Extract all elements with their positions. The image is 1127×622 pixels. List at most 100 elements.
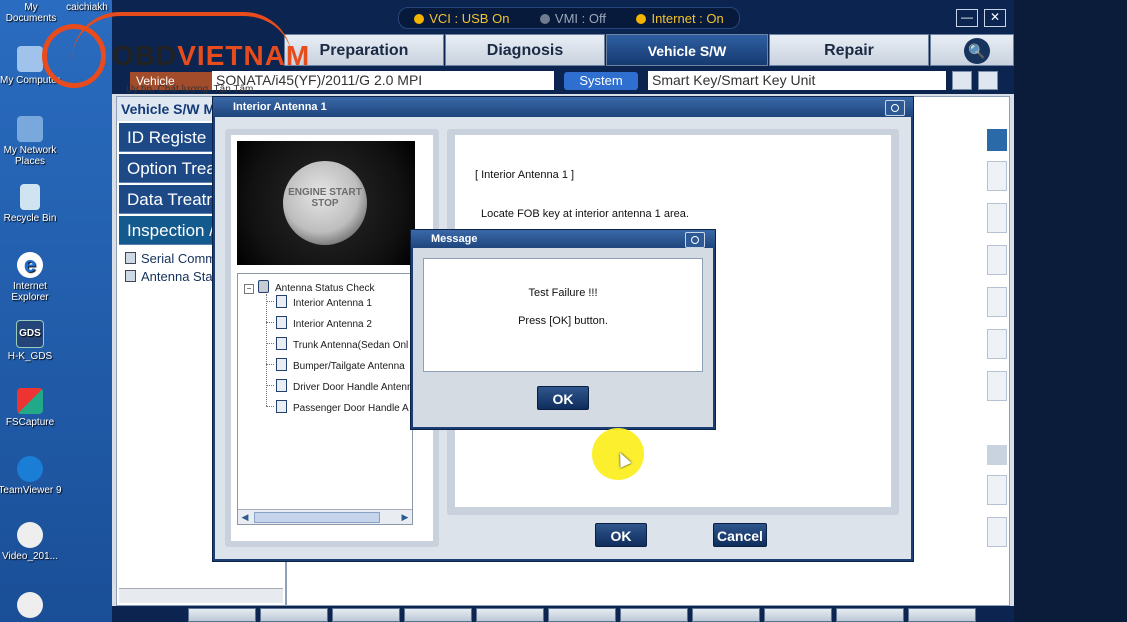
camera-icon[interactable]	[952, 71, 972, 90]
document-icon	[276, 379, 287, 392]
tab-diagnosis[interactable]: Diagnosis	[445, 34, 605, 66]
desktop-icon-label: Recycle Bin	[3, 213, 57, 224]
image-panel-inner: ENGINE START STOP − Antenna Status Check …	[231, 135, 433, 541]
grid-icon[interactable]	[978, 71, 998, 90]
tree-item-passenger-door-antenna[interactable]: Passenger Door Handle A	[276, 400, 409, 414]
tree-connector	[266, 322, 274, 323]
toolbar-button[interactable]	[188, 608, 256, 622]
section-header	[987, 129, 1007, 151]
scroll-left-icon[interactable]: ◀	[238, 510, 252, 524]
tree-horizontal-scrollbar[interactable]: ◀ ▶	[238, 509, 412, 524]
desktop-icon-label: Video_201...	[2, 551, 58, 562]
vmi-status: VMI : Off	[539, 11, 606, 26]
tab-repair[interactable]: Repair	[769, 34, 929, 66]
dialog-cancel-button[interactable]: Cancel	[713, 523, 767, 547]
message-title: Message	[411, 230, 715, 248]
status-dot-icon	[636, 13, 647, 24]
computer-icon	[17, 46, 43, 72]
bottom-toolbar	[112, 606, 1014, 622]
desktop-icon-internet-explorer[interactable]: e Internet Explorer	[0, 252, 86, 303]
result-box	[987, 203, 1007, 233]
tree-item-driver-door-antenna[interactable]: Driver Door Handle Antenn	[276, 379, 413, 393]
desktop-icon-label: TeamViewer 9	[0, 485, 62, 496]
desktop-icon-my-network[interactable]: My Network Places	[0, 116, 86, 167]
toolbar-button[interactable]	[476, 608, 544, 622]
video-icon	[17, 522, 43, 548]
image-panel: ENGINE START STOP − Antenna Status Check …	[225, 129, 439, 547]
toolbar-button[interactable]	[332, 608, 400, 622]
logo-text-suffix: VIETNAM	[177, 40, 311, 71]
message-line-2: Press [OK] button.	[518, 315, 608, 327]
tree-connector	[266, 364, 274, 365]
collapse-icon[interactable]: −	[244, 284, 254, 294]
section-header	[987, 445, 1007, 465]
desktop-icon-gds[interactable]: GDS H-K_GDS	[0, 320, 86, 362]
status-dot-icon	[414, 13, 425, 24]
vci-status: VCI : USB On	[414, 11, 509, 26]
scrollbar-thumb[interactable]	[254, 512, 380, 523]
document-icon	[276, 358, 287, 371]
desktop-icon-label: FSCapture	[5, 417, 55, 428]
desktop-icon-video[interactable]: Video_201...	[0, 522, 86, 562]
result-box	[987, 245, 1007, 275]
desktop-icon-fscapture[interactable]: FSCapture	[0, 388, 86, 428]
submenu-serial-comm[interactable]: Serial Comm	[125, 251, 216, 266]
vci-status-text: VCI : USB On	[429, 10, 510, 26]
tree-root[interactable]: − Antenna Status Check	[244, 280, 375, 294]
message-line-1: Test Failure !!!	[528, 287, 598, 299]
message-dialog: Message Test Failure !!! Press [OK] butt…	[410, 229, 716, 430]
desktop-icon-recycle-bin[interactable]: Recycle Bin	[0, 184, 86, 224]
tree-item-label: Interior Antenna 2	[293, 319, 372, 330]
fscapture-icon	[17, 388, 43, 414]
tab-vehicle-sw-management[interactable]: Vehicle S/W Management	[606, 34, 768, 91]
camera-icon[interactable]	[885, 100, 905, 116]
tree-item-interior-antenna-2[interactable]: Interior Antenna 2	[276, 316, 372, 330]
internet-status: Internet : On	[636, 11, 724, 26]
desktop-icon-label: H-K_GDS	[7, 351, 53, 362]
tree-connector	[266, 406, 274, 407]
tree-item-interior-antenna-1[interactable]: Interior Antenna 1	[276, 295, 372, 309]
result-box	[987, 517, 1007, 547]
background-strip	[1014, 0, 1127, 622]
toolbar-button[interactable]	[548, 608, 616, 622]
logo-tagline: Uy tín, Chất lượng, Tận Tâm	[126, 84, 254, 95]
toolbar-button[interactable]	[764, 608, 832, 622]
toolbar-button[interactable]	[260, 608, 328, 622]
scroll-right-icon[interactable]: ▶	[398, 510, 412, 524]
left-panel-scrollbar[interactable]	[119, 588, 283, 603]
desktop-icon-teamviewer[interactable]: TeamViewer 9	[0, 456, 86, 496]
system-value-field[interactable]: Smart Key/Smart Key Unit	[648, 71, 946, 90]
document-icon	[276, 400, 287, 413]
tree-item-bumper-antenna[interactable]: Bumper/Tailgate Antenna	[276, 358, 405, 372]
tree-connector	[266, 294, 267, 406]
start-button-photo: ENGINE START STOP	[237, 141, 415, 265]
toolbar-button[interactable]	[836, 608, 904, 622]
search-icon[interactable]: 🔍	[964, 38, 990, 64]
tree-item-label: Bumper/Tailgate Antenna	[293, 361, 405, 372]
tree-item-label: Interior Antenna 1	[293, 298, 372, 309]
submenu-antenna-status[interactable]: Antenna Stat	[125, 269, 216, 284]
message-ok-button[interactable]: OK	[537, 386, 589, 410]
desktop-icon-video-2[interactable]	[0, 592, 86, 621]
connection-status: VCI : USB On VMI : Off Internet : On	[398, 7, 740, 29]
engine-start-stop-button-image: ENGINE START STOP	[283, 161, 367, 245]
info-instruction: Locate FOB key at interior antenna 1 are…	[481, 208, 689, 220]
toolbar-button[interactable]	[404, 608, 472, 622]
document-icon	[276, 295, 287, 308]
watermark-logo: OBDVIETNAM Uy tín, Chất lượng, Tận Tâm	[42, 12, 309, 100]
toolbar-button[interactable]	[620, 608, 688, 622]
result-box	[987, 287, 1007, 317]
tree-item-trunk-antenna[interactable]: Trunk Antenna(Sedan Onl	[276, 337, 408, 351]
submenu-label: Antenna Stat	[141, 269, 217, 284]
minimize-button[interactable]: —	[956, 9, 978, 27]
tree-root-label: Antenna Status Check	[275, 283, 375, 294]
toolbar-button[interactable]	[908, 608, 976, 622]
tree-item-label: Driver Door Handle Antenn	[293, 382, 413, 393]
toolbar-button[interactable]	[692, 608, 760, 622]
system-button[interactable]: System	[564, 72, 638, 90]
close-button[interactable]: ✕	[984, 9, 1006, 27]
camera-icon[interactable]	[685, 232, 705, 248]
ie-icon: e	[17, 252, 43, 278]
desktop-icon-label: Internet Explorer	[11, 281, 49, 303]
dialog-ok-button[interactable]: OK	[595, 523, 647, 547]
